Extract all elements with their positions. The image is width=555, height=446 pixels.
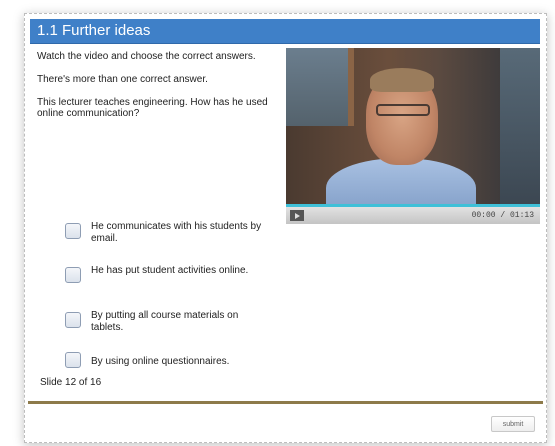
answer-label: By putting all course materials on table… bbox=[91, 310, 239, 333]
answer-checkbox[interactable] bbox=[65, 267, 81, 283]
answer-option[interactable]: He has put student activities online. bbox=[65, 263, 285, 291]
play-icon[interactable] bbox=[290, 210, 304, 221]
answer-label: By using online questionnaires. bbox=[91, 356, 230, 367]
instructions-panel: Watch the video and choose the correct a… bbox=[37, 51, 272, 131]
video-background-wall bbox=[500, 48, 540, 204]
answer-label: He has put student activities online. bbox=[91, 265, 249, 276]
answer-option[interactable]: By putting all course materials on table… bbox=[65, 308, 285, 336]
title-bar: 1.1 Further ideas bbox=[30, 19, 540, 44]
video-frame[interactable] bbox=[286, 48, 540, 218]
video-controls: 00:00 / 01:13 bbox=[286, 207, 540, 224]
answer-option[interactable]: By using online questionnaires. bbox=[65, 348, 285, 376]
lecturer-hair bbox=[370, 68, 434, 92]
answer-label: He communicates with his students by ema… bbox=[91, 221, 262, 244]
video-time: 00:00 / 01:13 bbox=[471, 211, 534, 220]
answer-checkbox[interactable] bbox=[65, 312, 81, 328]
instruction-note: There's more than one correct answer. bbox=[37, 74, 208, 85]
video-player[interactable]: 00:00 / 01:13 bbox=[286, 48, 540, 224]
instruction-text: Watch the video and choose the correct a… bbox=[37, 51, 256, 62]
slide-counter: Slide 12 of 16 bbox=[40, 377, 102, 388]
footer-divider bbox=[28, 401, 543, 404]
video-background-window bbox=[286, 48, 354, 126]
lecturer-glasses bbox=[376, 104, 430, 116]
answer-checkbox[interactable] bbox=[65, 223, 81, 239]
answer-checkbox[interactable] bbox=[65, 352, 81, 368]
slide-frame: 1.1 Further ideas Watch the video and ch… bbox=[24, 13, 547, 443]
page-title: 1.1 Further ideas bbox=[37, 22, 151, 39]
answer-option[interactable]: He communicates with his students by ema… bbox=[65, 219, 285, 247]
submit-button[interactable]: submit bbox=[491, 416, 535, 432]
question-text: This lecturer teaches engineering. How h… bbox=[37, 97, 268, 119]
